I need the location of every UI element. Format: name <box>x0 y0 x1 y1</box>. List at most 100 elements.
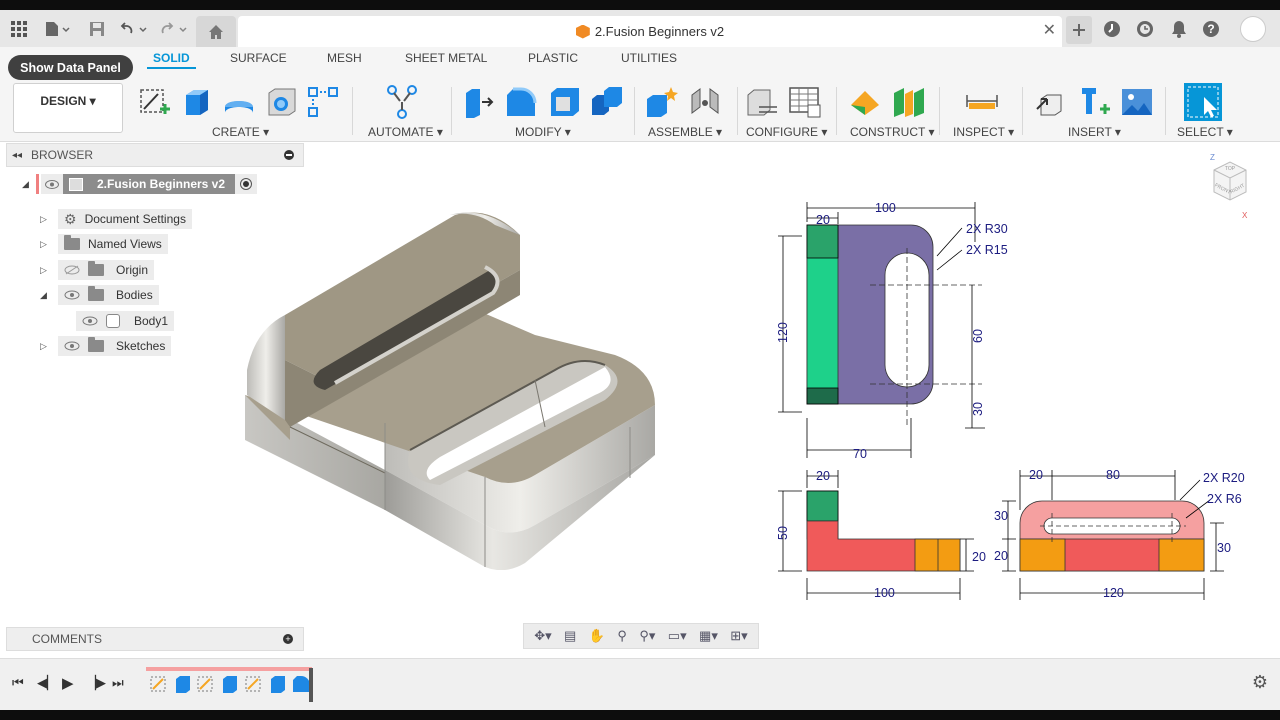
tab-solid[interactable]: SOLID <box>147 51 196 69</box>
visibility-eye-icon[interactable] <box>41 174 63 194</box>
expand-triangle-icon[interactable]: ▷ <box>40 239 58 250</box>
show-data-panel-button[interactable]: Show Data Panel <box>8 55 133 80</box>
select-icon[interactable] <box>1184 83 1222 121</box>
step-forward-icon[interactable]: ▕▶ <box>86 675 106 691</box>
go-to-start-icon[interactable]: ⏮ <box>12 675 24 691</box>
go-to-end-icon[interactable]: ⏭ <box>112 675 124 691</box>
timeline-sketch-icon[interactable] <box>195 673 217 695</box>
expand-triangle-icon[interactable]: ▷ <box>40 214 58 225</box>
undo-icon[interactable] <box>118 14 150 44</box>
play-icon[interactable]: ▶ <box>62 674 74 692</box>
collapse-triangle-icon[interactable]: ◢ <box>40 290 58 301</box>
extrude-icon[interactable] <box>180 85 214 119</box>
configure-icon[interactable] <box>745 85 779 119</box>
grid-settings-icon[interactable]: ▦▾ <box>699 628 718 644</box>
tab-plastic[interactable]: PLASTIC <box>528 51 578 65</box>
midplane-icon[interactable] <box>892 85 926 119</box>
tab-utilities[interactable]: UTILITIES <box>621 51 677 65</box>
new-tab-plus-icon[interactable] <box>1066 16 1092 44</box>
expand-triangle-icon[interactable]: ◢ <box>22 179 36 190</box>
modify-menu[interactable]: MODIFY ▾ <box>515 125 571 139</box>
insert-menu[interactable]: INSERT ▾ <box>1068 125 1121 139</box>
orbit-icon[interactable]: ✥▾ <box>534 628 551 644</box>
document-tab[interactable]: 2.Fusion Beginners v2 ✕ <box>238 16 1062 47</box>
automate-menu[interactable]: AUTOMATE ▾ <box>368 125 443 139</box>
job-status-clock-icon[interactable] <box>1134 14 1156 44</box>
measure-icon[interactable] <box>965 85 999 119</box>
browser-item-named-views[interactable]: ▷ Named Views <box>40 234 168 254</box>
visibility-eye-icon[interactable] <box>82 316 98 326</box>
assemble-menu[interactable]: ASSEMBLE ▾ <box>648 125 722 139</box>
pan-hand-icon[interactable]: ✋ <box>589 628 605 644</box>
create-sketch-icon[interactable] <box>138 85 172 119</box>
zoom-window-icon[interactable]: ⚲▾ <box>639 628 655 644</box>
create-menu[interactable]: CREATE ▾ <box>212 125 269 139</box>
insert-derive-icon[interactable] <box>1035 85 1069 119</box>
look-at-icon[interactable]: ▤ <box>564 628 576 644</box>
new-component-icon[interactable] <box>645 85 679 119</box>
offset-plane-icon[interactable] <box>848 85 882 119</box>
press-pull-icon[interactable] <box>462 85 496 119</box>
construct-menu[interactable]: CONSTRUCT ▾ <box>850 125 934 139</box>
timeline-sketch-icon[interactable] <box>148 673 170 695</box>
close-icon[interactable]: ✕ <box>1043 20 1056 40</box>
pattern-icon[interactable] <box>306 85 340 119</box>
configure-menu[interactable]: CONFIGURE ▾ <box>746 125 827 139</box>
browser-panel-header[interactable]: ◂◂ BROWSER <box>6 143 304 167</box>
notification-bell-icon[interactable] <box>1168 14 1190 44</box>
help-icon[interactable]: ? <box>1200 14 1222 44</box>
inspect-menu[interactable]: INSPECT ▾ <box>953 125 1014 139</box>
hole-icon[interactable] <box>265 85 299 119</box>
browser-item-document-settings[interactable]: ▷ ⚙ Document Settings <box>40 209 192 229</box>
3d-model-viewport[interactable] <box>235 195 665 570</box>
timeline-settings-gear-icon[interactable]: ⚙ <box>1252 672 1268 693</box>
browser-pin-icon[interactable] <box>284 150 294 160</box>
timeline-track[interactable] <box>146 667 312 671</box>
display-settings-icon[interactable]: ▭▾ <box>668 628 687 644</box>
shell-icon[interactable] <box>548 85 582 119</box>
add-comment-icon[interactable]: + <box>283 634 293 644</box>
app-grid-icon[interactable] <box>8 14 30 44</box>
timeline-extrude-icon[interactable] <box>172 673 194 695</box>
hidden-eye-icon[interactable] <box>64 265 80 275</box>
insert-canvas-icon[interactable] <box>1120 85 1154 119</box>
timeline-sketch-icon[interactable] <box>243 673 265 695</box>
automate-icon[interactable] <box>385 85 419 119</box>
comments-panel-header[interactable]: COMMENTS + <box>6 627 304 651</box>
joint-icon[interactable] <box>688 85 722 119</box>
select-menu[interactable]: SELECT ▾ <box>1177 125 1233 139</box>
view-cube-top-label[interactable]: TOP <box>1225 166 1236 172</box>
browser-item-sketches[interactable]: ▷ Sketches <box>40 336 172 356</box>
expand-triangle-icon[interactable]: ▷ <box>40 341 58 352</box>
avatar[interactable] <box>1239 14 1267 44</box>
collapse-panel-icon[interactable]: ◂◂ <box>12 150 22 161</box>
step-back-icon[interactable]: ◀▏ <box>37 675 57 691</box>
configuration-table-icon[interactable] <box>788 85 822 119</box>
workspace-switcher[interactable]: DESIGN ▾ <box>13 83 123 133</box>
extensions-icon[interactable] <box>1101 14 1123 44</box>
fillet-icon[interactable] <box>504 85 538 119</box>
zoom-icon[interactable]: ⚲ <box>617 628 627 644</box>
browser-item-origin[interactable]: ▷ Origin <box>40 260 155 280</box>
revolve-icon[interactable] <box>222 85 256 119</box>
tab-surface[interactable]: SURFACE <box>230 51 287 65</box>
browser-root-row[interactable]: ◢ 2.Fusion Beginners v2 <box>22 174 258 194</box>
timeline-extrude-icon[interactable] <box>219 673 241 695</box>
visibility-eye-icon[interactable] <box>64 290 80 300</box>
home-icon[interactable] <box>196 16 236 47</box>
expand-triangle-icon[interactable]: ▷ <box>40 265 58 276</box>
redo-icon[interactable] <box>158 14 190 44</box>
browser-item-body1[interactable]: Body1 <box>76 311 175 331</box>
combine-icon[interactable] <box>590 85 624 119</box>
viewports-icon[interactable]: ⊞▾ <box>730 628 747 644</box>
visibility-eye-icon[interactable] <box>64 341 80 351</box>
timeline-marker[interactable] <box>309 668 313 702</box>
tab-sheet-metal[interactable]: SHEET METAL <box>405 51 487 65</box>
file-menu-icon[interactable] <box>42 14 72 44</box>
activate-radio-icon[interactable] <box>235 174 258 194</box>
save-icon[interactable] <box>86 14 108 44</box>
tab-mesh[interactable]: MESH <box>327 51 362 65</box>
insert-mcmaster-icon[interactable] <box>1078 85 1112 119</box>
timeline-extrude-icon[interactable] <box>267 673 289 695</box>
browser-item-bodies[interactable]: ◢ Bodies <box>40 285 159 305</box>
